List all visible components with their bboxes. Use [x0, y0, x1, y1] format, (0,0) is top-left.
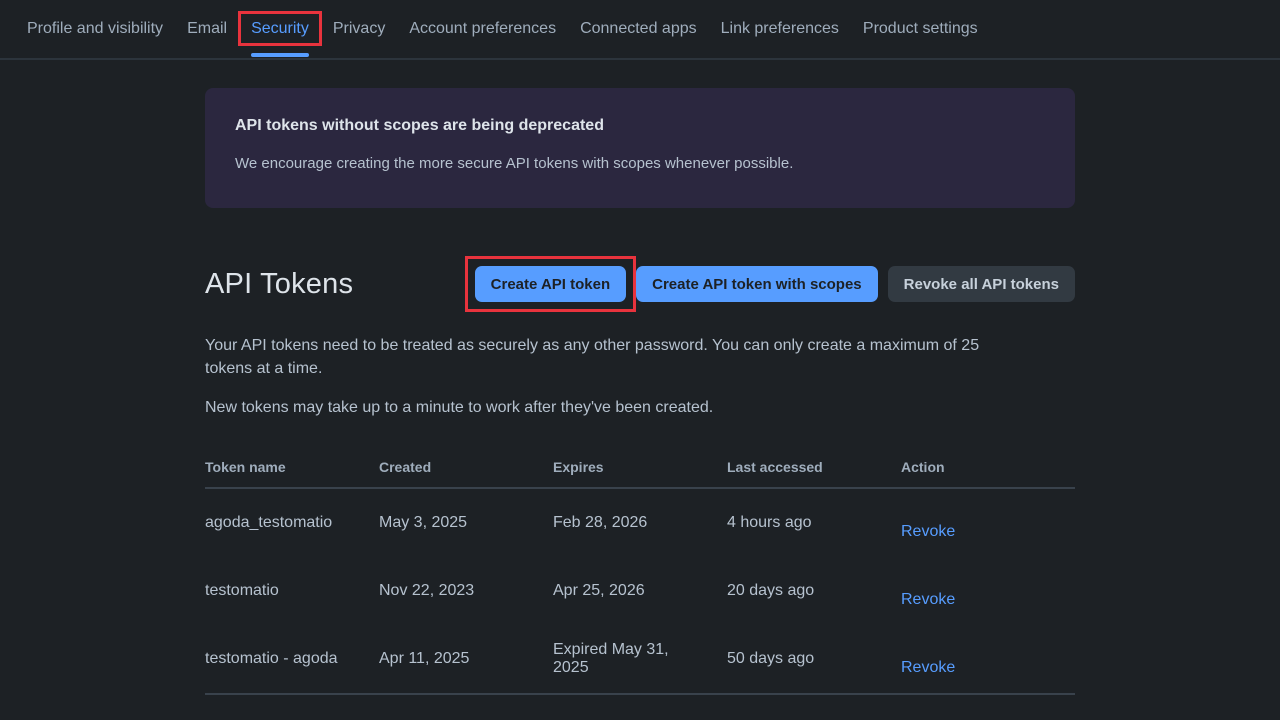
revoke-link[interactable]: Revoke	[901, 523, 955, 540]
tab-account-preferences[interactable]: Account preferences	[409, 0, 556, 58]
active-tab-indicator	[251, 53, 309, 57]
create-token-annotation-wrap: Create API token	[475, 266, 626, 302]
tab-profile-and-visibility[interactable]: Profile and visibility	[27, 0, 163, 58]
last-accessed-cell: 50 days ago	[727, 625, 901, 694]
tokens-delay-note: New tokens may take up to a minute to wo…	[205, 396, 1075, 419]
api-tokens-table: Token name Created Expires Last accessed…	[205, 451, 1075, 695]
revoke-all-api-tokens-button[interactable]: Revoke all API tokens	[888, 266, 1075, 302]
column-header-action: Action	[901, 451, 1075, 488]
tab-label: Profile and visibility	[27, 20, 163, 38]
expires-cell: Apr 25, 2026	[553, 557, 727, 625]
tab-label: Link preferences	[721, 20, 839, 38]
api-token-actions: Create API token Create API token with s…	[475, 266, 1075, 302]
create-api-token-with-scopes-button[interactable]: Create API token with scopes	[636, 266, 878, 302]
security-settings-content: API tokens without scopes are being depr…	[205, 88, 1075, 695]
created-cell: May 3, 2025	[379, 488, 553, 557]
tab-connected-apps[interactable]: Connected apps	[580, 0, 697, 58]
tab-security[interactable]: Security	[251, 0, 309, 58]
action-cell: Revoke	[901, 488, 1075, 557]
api-tokens-header-row: API Tokens Create API token Create API t…	[205, 264, 1075, 304]
tab-email[interactable]: Email	[187, 0, 227, 58]
tab-label: Connected apps	[580, 20, 697, 38]
expires-cell: Feb 28, 2026	[553, 488, 727, 557]
created-cell: Apr 11, 2025	[379, 625, 553, 694]
create-api-token-button[interactable]: Create API token	[475, 266, 626, 302]
created-cell: Nov 22, 2023	[379, 557, 553, 625]
expires-cell: Expired May 31, 2025	[553, 625, 727, 694]
tab-link-preferences[interactable]: Link preferences	[721, 0, 839, 58]
table-row: testomatio Nov 22, 2023 Apr 25, 2026 20 …	[205, 557, 1075, 625]
last-accessed-cell: 20 days ago	[727, 557, 901, 625]
tab-label: Security	[251, 20, 309, 38]
tab-label: Account preferences	[409, 20, 556, 38]
page-title: API Tokens	[205, 268, 353, 301]
action-cell: Revoke	[901, 625, 1075, 694]
revoke-link[interactable]: Revoke	[901, 591, 955, 608]
table-row: testomatio - agoda Apr 11, 2025 Expired …	[205, 625, 1075, 694]
column-header-token-name: Token name	[205, 451, 379, 488]
column-header-last-accessed: Last accessed	[727, 451, 901, 488]
account-settings-nav: Profile and visibility Email Security Pr…	[0, 0, 1280, 60]
revoke-link[interactable]: Revoke	[901, 659, 955, 676]
banner-title: API tokens without scopes are being depr…	[235, 117, 1045, 135]
token-name-cell: agoda_testomatio	[205, 488, 379, 557]
tab-product-settings[interactable]: Product settings	[863, 0, 978, 58]
column-header-created: Created	[379, 451, 553, 488]
table-row: agoda_testomatio May 3, 2025 Feb 28, 202…	[205, 488, 1075, 557]
tab-privacy[interactable]: Privacy	[333, 0, 385, 58]
action-cell: Revoke	[901, 557, 1075, 625]
banner-body: We encourage creating the more secure AP…	[235, 155, 1045, 172]
column-header-expires: Expires	[553, 451, 727, 488]
tab-label: Privacy	[333, 20, 385, 38]
last-accessed-cell: 4 hours ago	[727, 488, 901, 557]
table-header-row: Token name Created Expires Last accessed…	[205, 451, 1075, 488]
tab-label: Email	[187, 20, 227, 38]
token-name-cell: testomatio - agoda	[205, 625, 379, 694]
deprecation-banner: API tokens without scopes are being depr…	[205, 88, 1075, 208]
tab-label: Product settings	[863, 20, 978, 38]
token-name-cell: testomatio	[205, 557, 379, 625]
tokens-description: Your API tokens need to be treated as se…	[205, 334, 1075, 380]
